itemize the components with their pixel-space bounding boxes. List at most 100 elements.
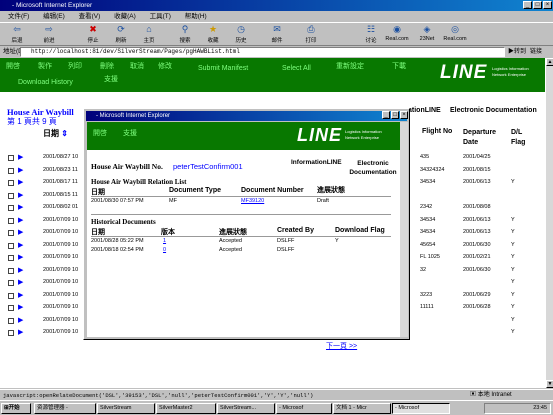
row-expand-icon[interactable]: ▶ [18,316,23,324]
row-expand-icon[interactable]: ▶ [18,228,23,236]
row-expand-icon[interactable]: ▶ [18,203,23,211]
mail-button[interactable]: ✉ 邮件 [264,24,290,44]
hist-version-link[interactable]: 0 [163,247,166,253]
discuss-button[interactable]: ☷ 讨论 [358,24,384,44]
task-silverstream-2[interactable]: SilverStream... [217,403,275,414]
forward-button[interactable]: ⇨ 前进 [36,24,62,44]
row-checkbox[interactable] [8,167,14,174]
date-column-header[interactable]: 日期 ⇕ [43,128,68,139]
popup-nav-open[interactable]: 開啓 [93,128,107,138]
rel-row-number-link[interactable]: MF39120 [241,198,264,204]
flight-no-header[interactable]: Flight No [422,128,452,135]
popup-window: - Microsoft Internet Explorer _ □ × 開啓 支… [83,108,410,340]
popup-minimize-button[interactable]: _ [382,111,390,119]
row-expand-icon[interactable]: ▶ [18,178,23,186]
row-expand-icon[interactable]: ▶ [18,191,23,199]
task-silverstream[interactable]: SilverStream [97,403,155,414]
popup-scrollbar[interactable] [400,122,408,337]
search-button[interactable]: ⚲ 搜索 [172,24,198,44]
row-expand-icon[interactable]: ▶ [18,253,23,261]
row-checkbox[interactable] [8,330,14,336]
nav-reset[interactable]: 重新設定 [336,61,364,71]
nav-submit-manifest[interactable]: Submit Manifest [198,65,248,72]
realcom-button[interactable]: ◉ Real.com [384,24,410,42]
go-button[interactable]: ▶转到 [508,47,526,57]
nav-print[interactable]: 列印 [68,61,82,71]
row-checkbox[interactable] [8,217,14,224]
row-checkbox[interactable] [8,305,14,311]
row-flag: Y [511,291,515,298]
23net-button[interactable]: ◈ 23Net [414,24,440,42]
menu-favorites[interactable]: 收藏(A) [114,13,136,20]
row-checkbox[interactable] [8,180,14,186]
row-expand-icon[interactable]: ▶ [18,303,23,311]
links-button[interactable]: 链接 [530,47,542,57]
nav-open[interactable]: 開啓 [6,61,20,71]
row-expand-icon[interactable]: ▶ [18,241,23,249]
maximize-button[interactable]: □ [533,1,542,9]
task-word[interactable]: 文档 1 - Micr [333,403,391,414]
home-button[interactable]: ⌂ 主页 [136,24,162,44]
nav-modify[interactable]: 修改 [158,61,172,71]
nav-download-history[interactable]: Download History [18,79,73,86]
realcom-button-2[interactable]: ◎ Real.com [442,24,468,42]
nav-download[interactable]: 下載 [392,61,406,71]
departure-date-header[interactable]: Departure Date [463,128,503,148]
menu-tools[interactable]: 工具(T) [150,13,171,20]
row-checkbox[interactable] [8,255,14,261]
minimize-button[interactable]: _ [523,1,532,9]
nav-create[interactable]: 製作 [38,61,52,71]
scroll-down-icon[interactable]: ▼ [546,380,553,388]
task-explorer[interactable]: 资源管理器 - [34,403,96,414]
close-button[interactable]: × [543,1,552,9]
row-checkbox[interactable] [8,230,14,236]
row-checkbox[interactable] [8,192,14,199]
menu-help[interactable]: 帮助(H) [185,13,207,20]
row-expand-icon[interactable]: ▶ [18,266,23,274]
nav-cancel[interactable]: 取消 [130,61,144,71]
popup-close-button[interactable]: × [400,111,408,119]
address-input[interactable]: http://localhost:81/dev/SilverStream/Pag… [20,47,505,57]
row-checkbox[interactable] [8,280,14,286]
row-checkbox[interactable] [8,155,14,161]
task-ie-1[interactable]: - Microsof [276,403,332,414]
right-title-2: Electronic Documentation [450,107,537,114]
favorites-button[interactable]: ★ 收藏 [200,24,226,44]
dl-flag-header[interactable]: D/L Flag [511,128,535,148]
row-flight: 34534 [420,179,436,185]
back-button[interactable]: ⇦ 后退 [4,24,30,44]
row-expand-icon[interactable]: ▶ [18,166,23,174]
row-checkbox[interactable] [8,205,14,211]
row-checkbox[interactable] [8,267,14,274]
task-ie-active[interactable]: - Microsof [392,403,450,414]
popup-nav-support[interactable]: 支援 [123,128,137,138]
page-scrollbar[interactable]: ▲ ▼ [545,58,553,388]
row-checkbox[interactable] [8,242,14,249]
menu-edit[interactable]: 编辑(E) [43,13,65,20]
row-checkbox[interactable] [8,292,14,299]
row-expand-icon[interactable]: ▶ [18,216,23,224]
row-checkbox[interactable] [8,317,14,324]
hist-version-link[interactable]: 1 [163,238,166,244]
history-button[interactable]: ◷ 历史 [228,24,254,44]
refresh-button[interactable]: ⟳ 刷新 [108,24,134,44]
menu-view[interactable]: 查看(V) [79,13,101,20]
nav-delete[interactable]: 刪除 [100,61,114,71]
row-expand-icon[interactable]: ▶ [18,291,23,299]
row-expand-icon[interactable]: ▶ [18,328,23,336]
home-icon: ⌂ [146,24,152,34]
print-button[interactable]: ⎙ 打印 [298,24,324,44]
row-departure: 2001/08/08 [463,204,491,210]
row-expand-icon[interactable]: ▶ [18,153,23,161]
stop-button[interactable]: ✖ 停止 [80,24,106,44]
menu-file[interactable]: 文件(F) [8,13,29,20]
task-silvermaster[interactable]: SilverMaster2 [156,403,216,414]
popup-maximize-button[interactable]: □ [391,111,399,119]
scroll-up-icon[interactable]: ▲ [546,58,553,66]
next-page-link[interactable]: 下一頁 >> [326,341,357,351]
start-button[interactable]: ⊞开始 [1,403,31,414]
nav-support[interactable]: 支援 [104,74,118,84]
nav-select-all[interactable]: Select All [282,65,311,72]
row-date: 2001/07/09 10 [43,291,79,298]
row-expand-icon[interactable]: ▶ [18,278,23,286]
